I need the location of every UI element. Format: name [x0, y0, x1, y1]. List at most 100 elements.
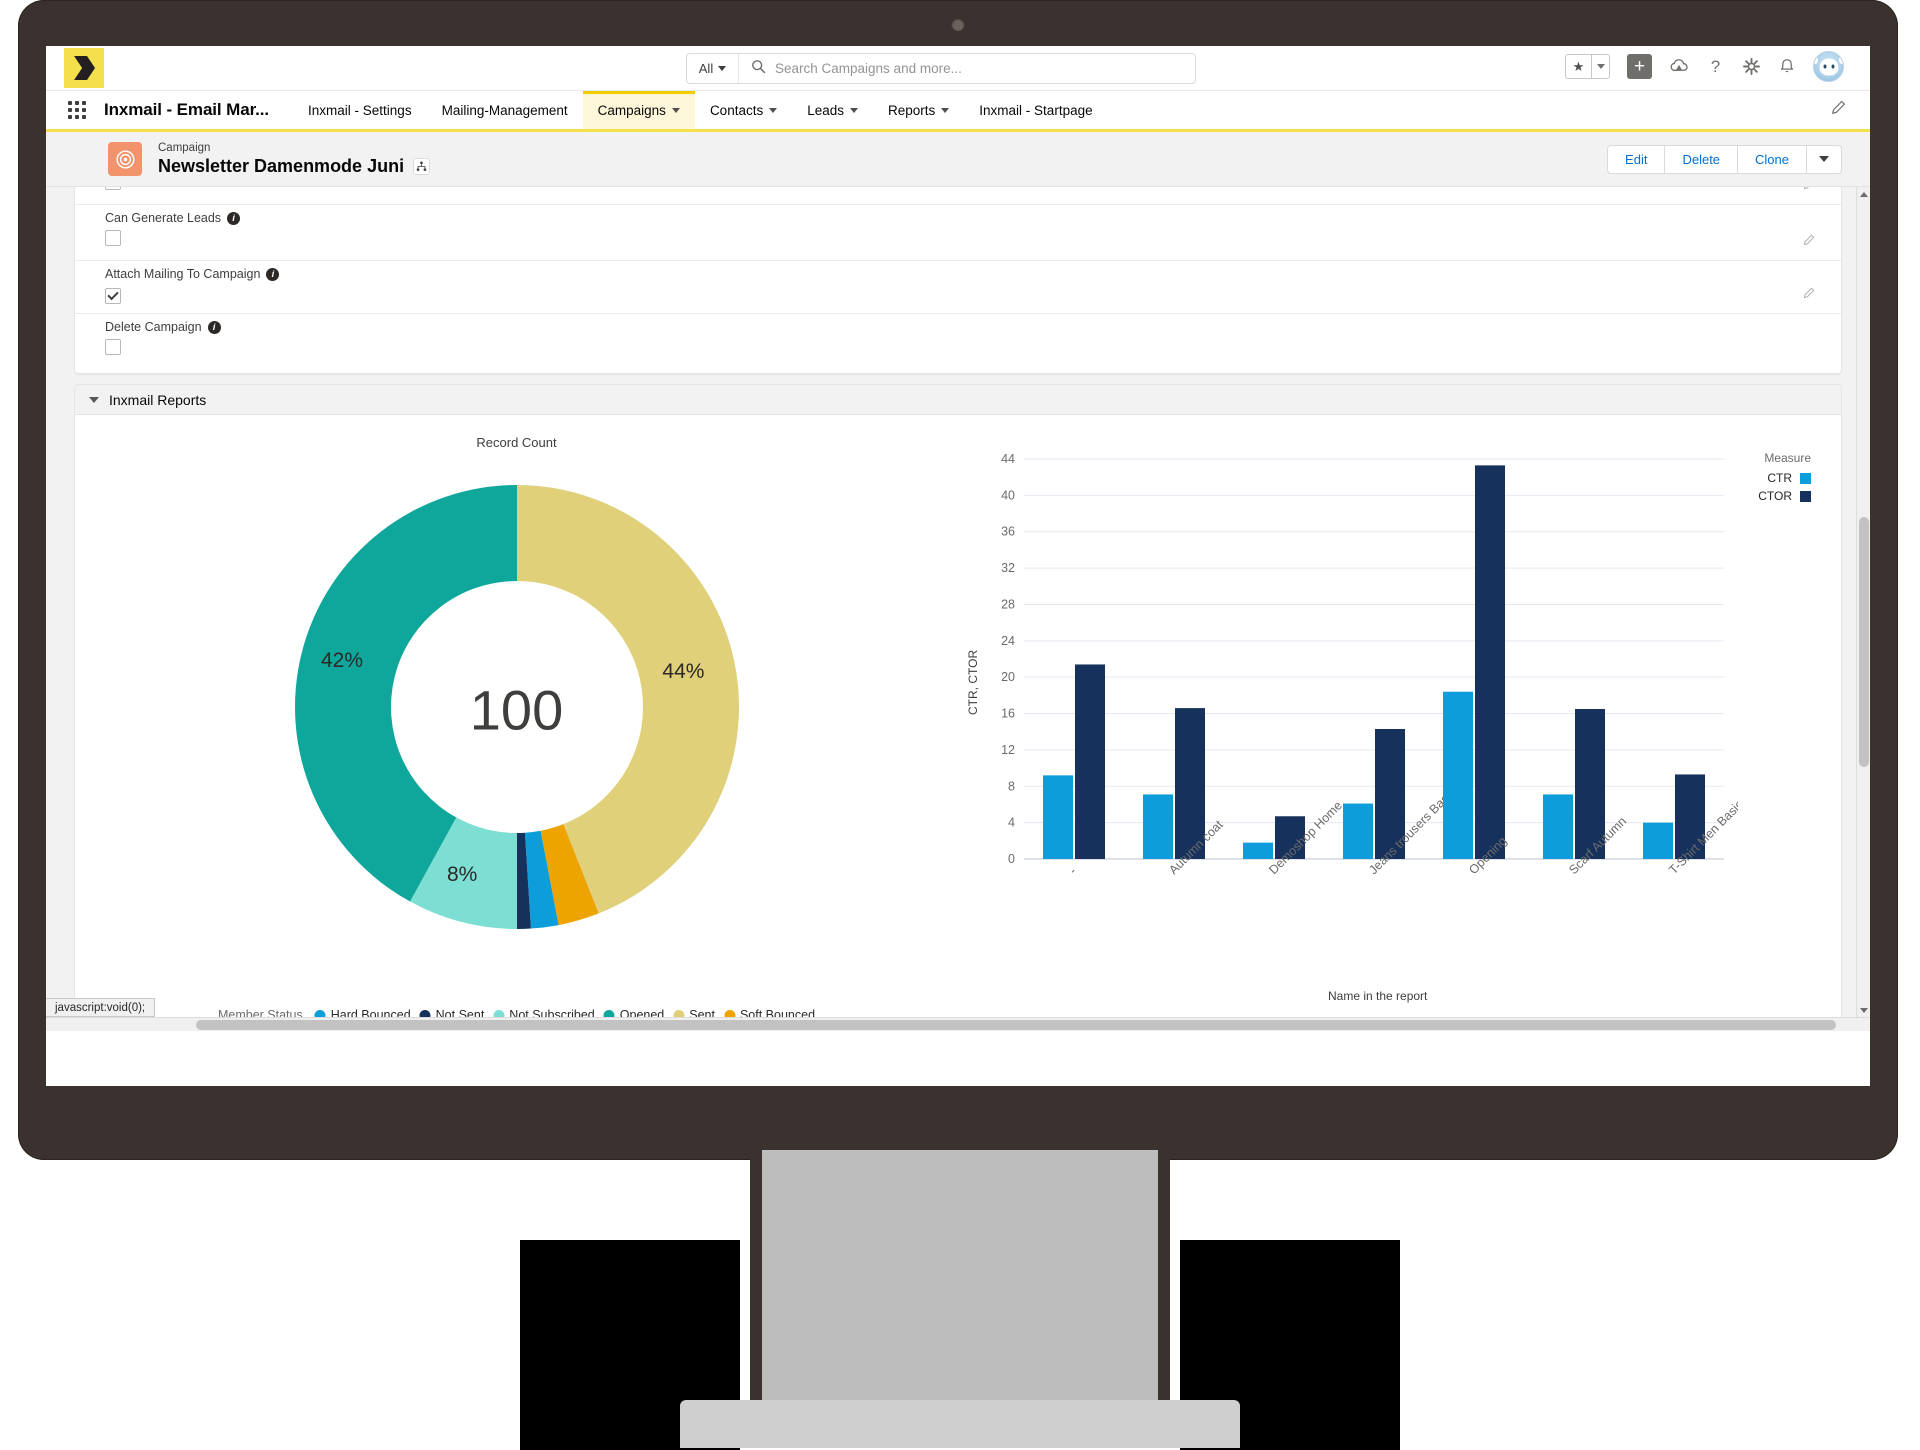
vertical-scroll-thumb[interactable] — [1859, 517, 1869, 767]
inxmail-logo-icon[interactable] — [64, 48, 104, 88]
bar-ctr-opening[interactable] — [1443, 691, 1473, 859]
campaign-icon — [108, 142, 142, 176]
search-input[interactable]: Search Campaigns and more... — [775, 61, 962, 76]
bar-chart[interactable]: 0 4 8 12 16 20 24 28 32 36 40 44- Autumn coat Demosho… — [978, 449, 1746, 974]
nav-item-leads[interactable]: Leads — [792, 91, 873, 129]
hierarchy-icon[interactable] — [413, 158, 431, 176]
bar-ctr-scarf-autumn[interactable] — [1543, 794, 1573, 859]
inline-edit-icon[interactable] — [1803, 187, 1815, 195]
info-icon[interactable]: i — [266, 267, 280, 281]
bar-ctr--[interactable] — [1043, 775, 1073, 859]
clone-button[interactable]: Clone — [1737, 144, 1806, 174]
y-axis-tick: 12 — [1001, 743, 1015, 757]
legend-swatch — [1800, 490, 1811, 502]
nav-label: Inxmail - Settings — [308, 102, 412, 118]
help-icon[interactable]: ? — [1706, 57, 1725, 76]
y-axis-tick: 16 — [1001, 707, 1015, 721]
section-title: Inxmail Reports — [109, 391, 207, 408]
favorites-control[interactable]: ★ — [1565, 54, 1610, 79]
search-icon — [751, 59, 766, 79]
details-card: Can Generate Leads i Attach Mailing To C… — [74, 187, 1842, 374]
delete-button[interactable]: Delete — [1664, 144, 1738, 174]
bar-ctor--[interactable] — [1075, 664, 1105, 859]
donut-label-sent: 44% — [662, 660, 705, 684]
y-axis-tick: 40 — [1001, 488, 1015, 502]
ctr-ctor-bar-report: CTR, CTOR 0 4 8 12 16 20 24 28 32 36 40 44- Autumn c… — [958, 415, 1841, 1031]
webcam-icon — [951, 18, 965, 31]
bar-ctr-autumn-coat[interactable] — [1143, 794, 1173, 859]
y-axis-tick: 20 — [1001, 670, 1015, 684]
attach-mailing-to-campaign-checkbox[interactable] — [105, 288, 121, 304]
global-actions: ★ + ? — [1565, 51, 1844, 82]
y-axis-tick: 32 — [1001, 561, 1015, 575]
inxmail-reports-section-header[interactable]: Inxmail Reports — [74, 384, 1842, 415]
scroll-down-icon[interactable] — [1857, 1003, 1870, 1017]
nav-item-contacts[interactable]: Contacts — [695, 91, 792, 129]
record-body: Can Generate Leads i Attach Mailing To C… — [46, 187, 1870, 1031]
donut-label-opened: 42% — [320, 649, 364, 673]
bar-ctr-demoshop-home[interactable] — [1243, 842, 1273, 859]
app-navigation: Inxmail - Email Mar... Inxmail - Setting… — [46, 91, 1870, 132]
legend-item-ctr[interactable]: CTR — [1758, 471, 1811, 485]
add-icon[interactable]: + — [1627, 54, 1652, 79]
chevron-down-icon — [671, 107, 680, 113]
nav-label: Leads — [807, 102, 845, 118]
donut-chart-title: Record Count — [476, 435, 557, 450]
x-axis-tick: - — [1066, 864, 1079, 877]
delete-campaign-checkbox[interactable] — [105, 339, 121, 355]
horizontal-scroll-thumb[interactable] — [196, 1020, 1836, 1030]
nav-item-campaigns[interactable]: Campaigns — [582, 91, 696, 129]
nav-item-mailing-management[interactable]: Mailing-Management — [427, 91, 583, 129]
more-actions-caret-icon[interactable] — [1806, 144, 1842, 174]
bar-ctr-t-shirt-men-basic[interactable] — [1643, 822, 1673, 859]
notifications-bell-icon[interactable] — [1778, 57, 1796, 76]
donut-label-not-subscribed: 8% — [446, 862, 478, 886]
status-text: javascript:void(0); — [55, 1001, 146, 1014]
vertical-scrollbar[interactable] — [1856, 187, 1870, 1031]
setup-assistant-icon[interactable] — [1669, 57, 1689, 77]
record-object-label: Campaign — [158, 141, 211, 154]
user-avatar[interactable] — [1813, 51, 1844, 82]
nav-item-reports[interactable]: Reports — [873, 91, 964, 129]
pencil-edit-icon[interactable] — [1831, 100, 1846, 120]
browser-status-bar: javascript:void(0); — [46, 998, 156, 1017]
info-icon[interactable]: i — [207, 320, 221, 334]
inline-edit-icon[interactable] — [1803, 286, 1815, 304]
global-header: All Search Campaigns and more... ★ + ? — [46, 46, 1870, 91]
search-scope-label: All — [698, 61, 714, 76]
bar-ctr-jeans-trousers-basic[interactable] — [1343, 803, 1373, 859]
scroll-up-icon[interactable] — [1857, 187, 1870, 201]
y-axis-tick: 36 — [1001, 525, 1015, 539]
legend-item-ctor[interactable]: CTOR — [1758, 489, 1811, 503]
donut-chart[interactable]: 100 44% 42% 8% — [267, 457, 767, 962]
svg-text:?: ? — [1711, 57, 1720, 76]
horizontal-scrollbar[interactable] — [46, 1017, 1870, 1031]
info-icon[interactable]: i — [227, 211, 241, 225]
inline-edit-icon[interactable] — [1803, 233, 1815, 251]
monitor-stand-base — [680, 1400, 1240, 1448]
setup-gear-icon[interactable] — [1742, 57, 1761, 76]
app-launcher-icon[interactable] — [66, 101, 88, 119]
member-status-donut-report: Record Count 100 44% 42% 8% Member Statu… — [75, 415, 958, 1031]
can-generate-leads-checkbox[interactable] — [105, 230, 121, 246]
chevron-down-icon — [718, 66, 727, 71]
nav-label: Reports — [888, 102, 936, 118]
chevron-down-icon — [89, 396, 99, 403]
field-label: Delete Campaign — [105, 320, 202, 334]
nav-item-inxmail-startpage[interactable]: Inxmail - Startpage — [964, 91, 1107, 129]
favorites-star-icon[interactable]: ★ — [1566, 55, 1591, 78]
global-search[interactable]: All Search Campaigns and more... — [686, 53, 1196, 84]
checkbox-partial[interactable] — [105, 187, 121, 190]
nav-item-inxmail-settings[interactable]: Inxmail - Settings — [293, 91, 427, 129]
donut-center-total: 100 — [469, 678, 564, 741]
field-label: Can Generate Leads — [105, 211, 222, 225]
bar-ctor-opening[interactable] — [1475, 465, 1505, 859]
y-axis-tick: 28 — [1001, 597, 1015, 611]
favorites-dropdown-icon[interactable] — [1591, 55, 1609, 78]
edit-button[interactable]: Edit — [1607, 144, 1665, 174]
field-row-delete-campaign: Delete Campaign i — [75, 314, 1841, 369]
measure-legend: Measure CTR CTOR — [1758, 451, 1811, 507]
inxmail-reports-card: Record Count 100 44% 42% 8% Member Statu… — [74, 415, 1842, 1031]
field-row-attach-mailing-to-campaign: Attach Mailing To Campaign i — [75, 261, 1841, 314]
search-scope-select[interactable]: All — [687, 54, 739, 83]
